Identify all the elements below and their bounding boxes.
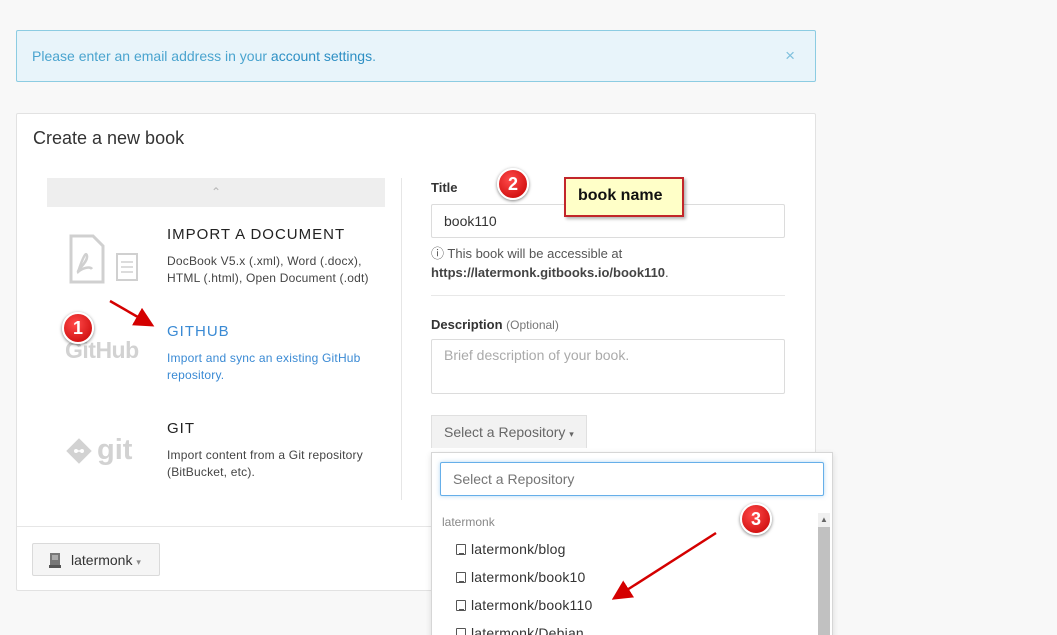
arrow-1 <box>109 299 155 327</box>
step-badge-2: 2 <box>497 168 529 200</box>
arrow-3 <box>611 531 717 600</box>
annotation-arrows <box>109 299 717 600</box>
step-badge-1: 1 <box>62 312 94 344</box>
book-name-note: book name <box>564 177 684 217</box>
step-badge-3: 3 <box>740 503 772 535</box>
